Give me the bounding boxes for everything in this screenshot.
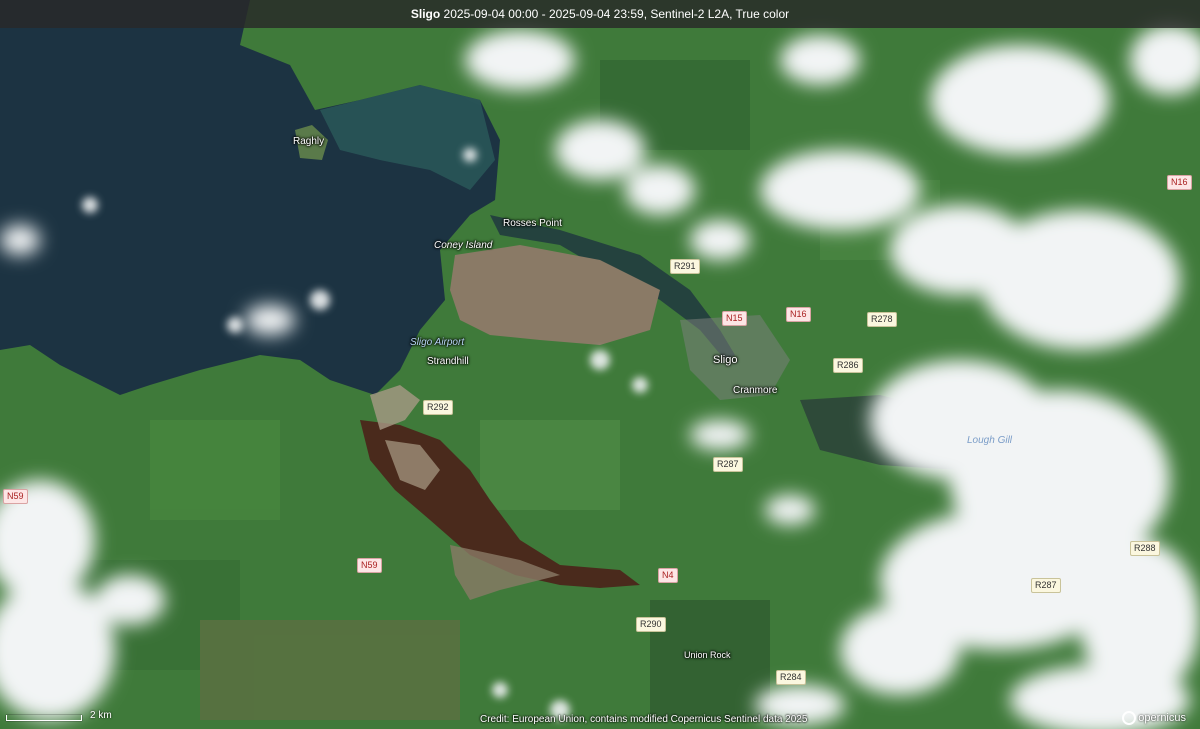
scale-label: 2 km (90, 710, 112, 721)
place-label-sligo-airport: Sligo Airport (410, 337, 465, 348)
place-label-strandhill: Strandhill (427, 356, 469, 367)
map-viewer[interactable]: Sligo 2025-09-04 00:00 - 2025-09-04 23:5… (0, 0, 1200, 729)
scale-bar: 2 km (6, 710, 112, 721)
road-label-r291: R291 (670, 259, 700, 274)
place-label-raghly: Raghly (293, 136, 325, 147)
satellite-image[interactable] (0, 0, 1200, 729)
road-label-n59-west: N59 (3, 489, 28, 504)
place-label-sligo: Sligo (713, 354, 738, 366)
copernicus-logo: opernicus (1122, 711, 1186, 725)
place-label-coney-island: Coney Island (434, 240, 493, 251)
title-place: Sligo (410, 7, 441, 21)
road-label-n15: N15 (722, 311, 747, 326)
road-label-r287-east: R287 (1031, 578, 1061, 593)
place-label-cranmore: Cranmore (733, 385, 778, 396)
road-label-n16: N16 (786, 307, 811, 322)
place-label-lough-gill: Lough Gill (967, 435, 1013, 446)
place-label-rosses-point: Rosses Point (503, 218, 562, 229)
copernicus-logo-text: opernicus (1138, 712, 1186, 724)
road-label-r287-west: R287 (713, 457, 743, 472)
copernicus-logo-icon (1122, 711, 1137, 725)
image-title-bar: Sligo 2025-09-04 00:00 - 2025-09-04 23:5… (0, 0, 1200, 28)
road-label-r284: R284 (776, 670, 806, 685)
title-details: 2025-09-04 00:00 - 2025-09-04 23:59, Sen… (443, 7, 790, 21)
road-label-n59: N59 (357, 558, 382, 573)
place-label-union-rock: Union Rock (684, 650, 731, 660)
road-label-r288: R288 (1130, 541, 1160, 556)
road-label-n16-east: N16 (1167, 175, 1192, 190)
road-label-r290: R290 (636, 617, 666, 632)
road-label-r286: R286 (833, 358, 863, 373)
image-credit: Credit: European Union, contains modifie… (480, 714, 808, 725)
road-label-n4: N4 (658, 568, 678, 583)
road-label-r278: R278 (867, 312, 897, 327)
scale-bar-line (6, 715, 82, 721)
road-label-r292: R292 (423, 400, 453, 415)
